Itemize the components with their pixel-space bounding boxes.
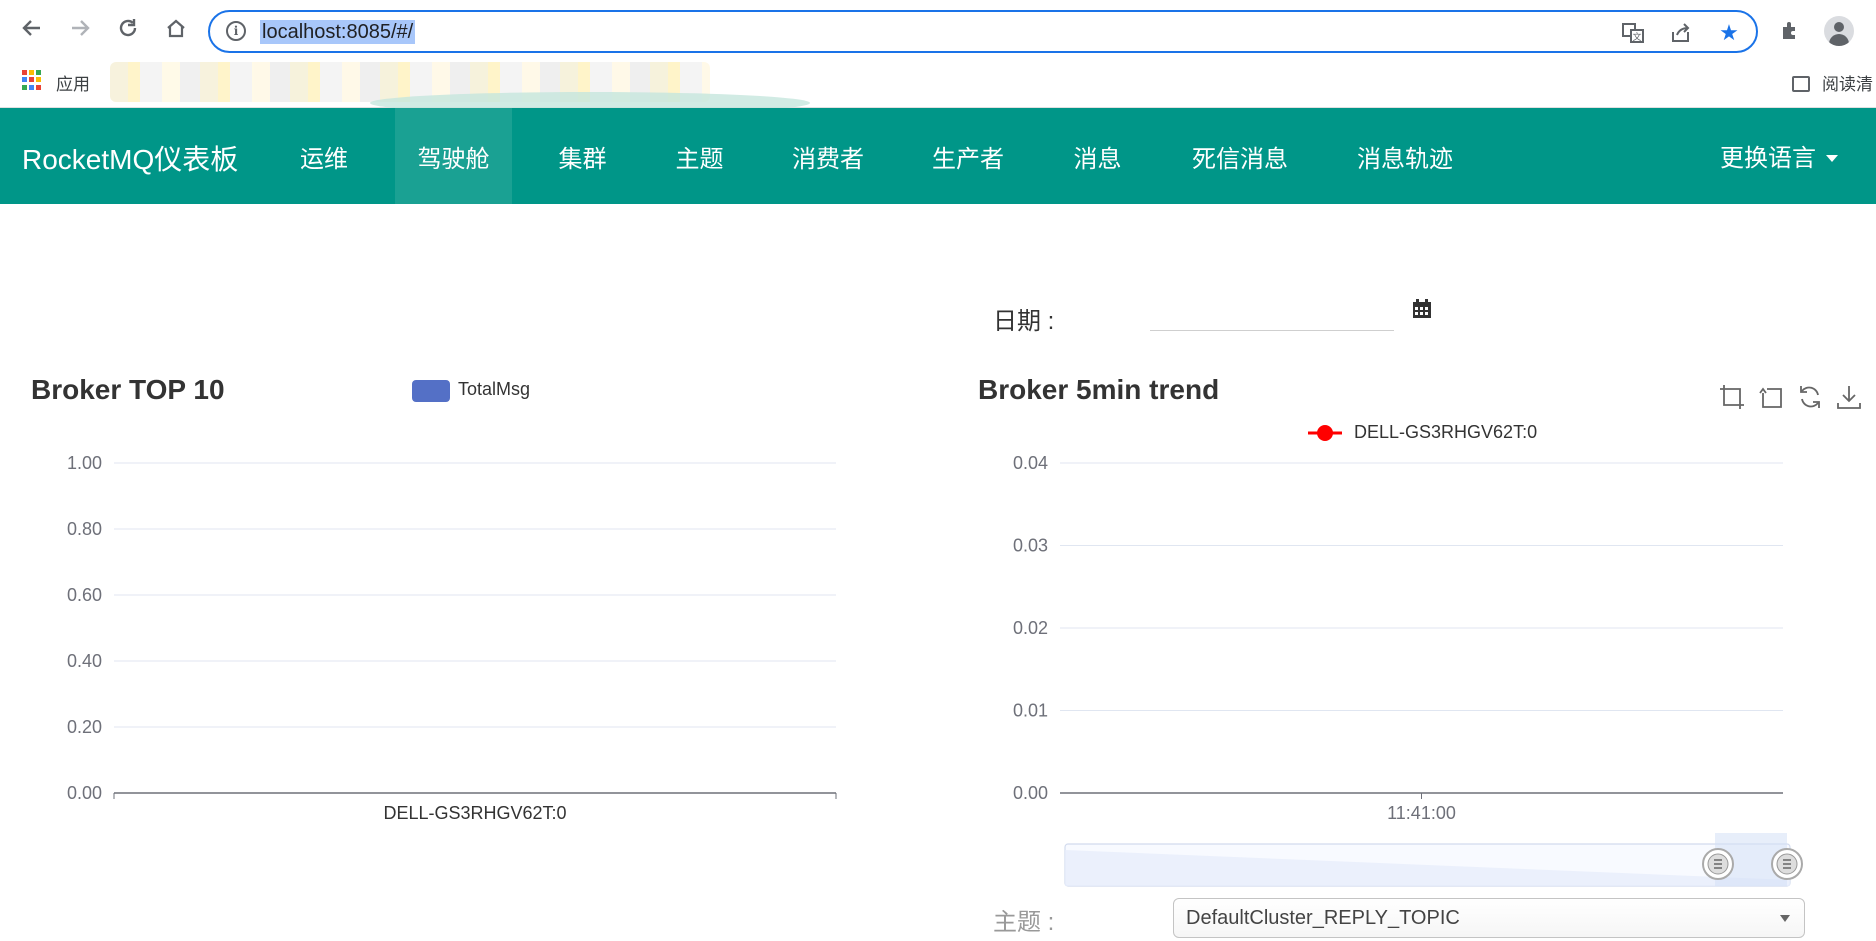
profile-avatar[interactable] [1824, 16, 1854, 46]
nav-item-dashboard[interactable]: 驾驶舱 [395, 108, 512, 204]
broker-trend-chart: 0.00 0.01 0.02 0.03 0.04 11:41:00 [1013, 453, 1803, 887]
caret-down-icon [1826, 155, 1838, 162]
topic-label: 主题 : [993, 909, 1055, 936]
y-tick-label: 0.02 [1013, 618, 1048, 638]
translate-icon[interactable]: 文 [1620, 21, 1646, 45]
reload-icon[interactable] [114, 14, 142, 42]
bookmarks-bar: 应用 阅读清 [0, 54, 1876, 114]
url-text[interactable]: localhost:8085/#/ [260, 20, 416, 44]
topic-select-value: DefaultCluster_REPLY_TOPIC [1186, 907, 1460, 929]
y-tick-label: 0.80 [67, 519, 102, 539]
zoom-reset-icon[interactable] [1757, 383, 1785, 411]
home-icon[interactable] [162, 14, 190, 42]
datazoom-handle[interactable] [1771, 848, 1803, 880]
y-tick-label: 0.01 [1013, 701, 1048, 721]
site-info-icon[interactable]: i [226, 21, 246, 41]
y-tick-label: 0.00 [67, 783, 102, 803]
zoom-icon[interactable] [1718, 383, 1746, 411]
bookmark-star-icon[interactable]: ★ [1716, 20, 1742, 45]
y-tick-label: 1.00 [67, 453, 102, 473]
nav-item-cluster[interactable]: 集群 [540, 108, 625, 204]
blurred-bookmarks [110, 62, 810, 114]
nav-item-consumer[interactable]: 消费者 [778, 108, 878, 204]
svg-text:文: 文 [1632, 31, 1641, 42]
x-tick-label: DELL-GS3RHGV62T:0 [383, 803, 566, 823]
select-arrow-icon [1780, 915, 1790, 922]
nav-item-ops[interactable]: 运维 [280, 108, 368, 204]
y-tick-label: 0.40 [67, 651, 102, 671]
y-tick-label: 0.03 [1013, 536, 1048, 556]
datazoom-handle[interactable] [1702, 848, 1734, 880]
y-tick-label: 0.04 [1013, 453, 1048, 473]
broker-top10-title: Broker TOP 10 [31, 374, 225, 405]
date-label: 日期 : [993, 308, 1055, 335]
y-tick-label: 0.60 [67, 585, 102, 605]
app-navbar: RocketMQ仪表板 运维 驾驶舱 集群 主题 消费者 生产者 消息 死信消息… [0, 108, 1876, 204]
legend-totalmsg-swatch[interactable] [412, 380, 450, 402]
apps-bookmark-label[interactable]: 应用 [56, 70, 90, 95]
broker-trend-title: Broker 5min trend [978, 374, 1220, 405]
language-label: 更换语言 [1720, 145, 1816, 172]
brand-title[interactable]: RocketMQ仪表板 [22, 138, 238, 178]
topic-select[interactable]: DefaultCluster_REPLY_TOPIC [1173, 898, 1805, 938]
y-tick-label: 0.20 [67, 717, 102, 737]
nav-item-message-trace[interactable]: 消息轨迹 [1345, 108, 1465, 204]
legend-totalmsg-label[interactable]: TotalMsg [458, 379, 530, 400]
nav-item-topic[interactable]: 主题 [657, 108, 742, 204]
reading-list-label: 阅读清 [1822, 75, 1873, 94]
address-bar[interactable]: i localhost:8085/#/ 文 ★ [208, 10, 1758, 53]
broker-top10-chart: 0.00 0.20 0.40 0.60 0.80 1.00 DELL-GS3RHGV62T:… [67, 453, 837, 823]
reading-list-icon [1792, 76, 1810, 92]
extensions-icon[interactable] [1776, 16, 1804, 44]
calendar-icon[interactable] [1411, 298, 1433, 320]
share-icon[interactable] [1668, 21, 1694, 45]
nav-item-producer[interactable]: 生产者 [918, 108, 1018, 204]
language-dropdown[interactable]: 更换语言 [1720, 138, 1838, 173]
restore-icon[interactable] [1796, 383, 1824, 411]
browser-toolbar: i localhost:8085/#/ 文 ★ [0, 0, 1876, 54]
download-icon[interactable] [1835, 383, 1863, 411]
forward-icon[interactable] [66, 14, 94, 42]
x-tick-label: 11:41:00 [1387, 803, 1456, 823]
date-input[interactable] [1150, 295, 1394, 331]
reading-list-button[interactable]: 阅读清 [1792, 70, 1873, 95]
y-tick-label: 0.00 [1013, 783, 1048, 803]
nav-item-dlq-message[interactable]: 死信消息 [1180, 108, 1300, 204]
apps-grid-icon[interactable] [22, 70, 42, 90]
nav-item-message[interactable]: 消息 [1055, 108, 1140, 204]
back-icon[interactable] [18, 14, 46, 42]
datazoom-slider[interactable] [1064, 833, 1803, 887]
